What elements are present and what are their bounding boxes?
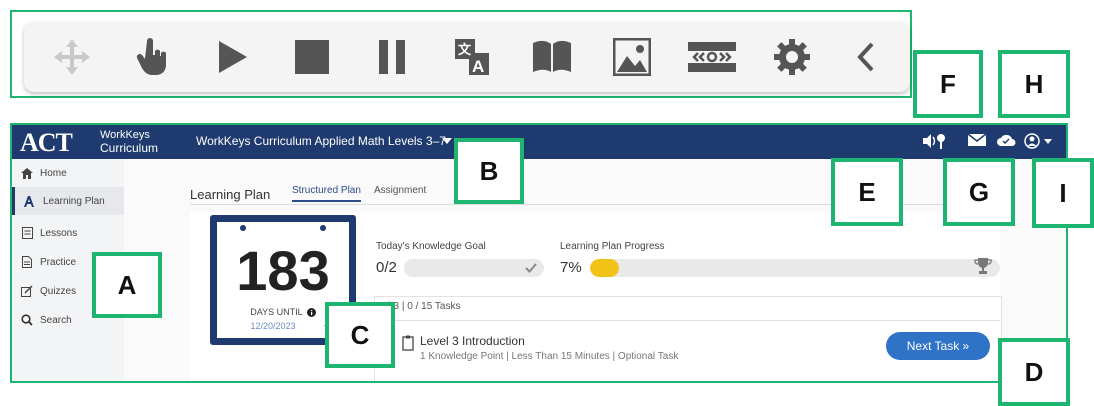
app-header: ACT WorkKeys Curriculum WorkKeys Curricu… [12,125,1066,159]
callout-a: A [92,252,162,318]
move-icon[interactable] [42,22,102,92]
callout-i: I [1032,158,1094,228]
callout-g: G [943,158,1015,226]
audio-pin-icon[interactable] [922,133,946,149]
callout-h: H [998,50,1070,118]
info-icon[interactable] [306,308,316,318]
home-icon [20,167,34,179]
book-icon[interactable] [522,22,582,92]
svg-text:文: 文 [458,42,472,57]
sidebar-item-label: Search [40,314,72,326]
check-icon [524,261,538,280]
screen-mask-icon[interactable] [682,22,742,92]
days-count: 183 [236,239,330,302]
next-task-button[interactable]: Next Task » [886,332,990,360]
main-content: Learning Plan Structured Plan Assignment… [124,159,1066,381]
sidebar-item-label: Learning Plan [43,195,105,207]
quizzes-icon [20,285,34,297]
image-icon[interactable] [602,22,662,92]
plan-progress-label: Learning Plan Progress [560,241,665,252]
user-account-icon[interactable] [1024,133,1054,149]
course-title[interactable]: WorkKeys Curriculum Applied Math Levels … [196,134,446,148]
play-icon[interactable] [202,22,262,92]
chevron-left-icon[interactable] [836,22,896,92]
sidebar-item-learning-plan[interactable]: Learning Plan [12,187,127,215]
task-meta: 1 Knowledge Point | Less Than 15 Minutes… [420,351,679,362]
toolbar: A文 [24,22,910,92]
target-date[interactable]: 12/20/2023 [217,321,329,331]
sidebar-item-label: Practice [40,256,77,268]
calendar-ring [240,225,246,231]
sidebar-item-label: Quizzes [40,285,77,297]
page-title: Learning Plan [190,187,271,202]
stop-icon[interactable] [282,22,342,92]
translate-icon[interactable]: A文 [442,22,502,92]
cloud-check-icon[interactable] [996,133,1016,147]
plan-progress-fill [590,259,619,277]
callout-c: C [325,302,395,368]
callout-d: D [998,338,1070,406]
gear-icon[interactable] [762,22,822,92]
task-document-icon [402,335,414,356]
pause-icon[interactable] [362,22,422,92]
brand-line-2: Curriculum [100,141,159,155]
callout-b: B [454,138,524,204]
callout-f: F [913,50,983,118]
sidebar-item-label: Home [40,167,67,179]
sidebar-item-lessons[interactable]: Lessons [12,219,124,247]
lessons-icon [20,227,34,239]
svg-text:A: A [472,57,484,76]
act-logo: ACT [20,128,73,157]
calendar-ring [320,225,326,231]
days-until-text: DAYS UNTIL [250,307,303,317]
sidebar-item-label: Lessons [40,227,78,239]
knowledge-goal-bar [404,259,544,277]
knowledge-goal-value: 0/2 [376,259,397,276]
trophy-icon [974,257,992,280]
learning-plan-icon [23,195,37,207]
mail-icon[interactable] [968,133,986,147]
callout-e: E [831,158,903,226]
task-title[interactable]: Level 3 Introduction [420,334,525,348]
app-window: ACT WorkKeys Curriculum WorkKeys Curricu… [10,123,1068,383]
chevron-down-icon[interactable] [442,138,452,144]
level-header [374,296,1000,321]
tab-structured-plan[interactable]: Structured Plan [292,185,361,202]
search-icon [20,314,34,326]
practice-icon [20,256,34,268]
sidebar-item-home[interactable]: Home [12,159,124,187]
plan-progress-value: 7% [560,259,582,276]
pointer-hand-icon[interactable] [122,22,182,92]
knowledge-goal-label: Today's Knowledge Goal [376,241,486,252]
brand-line-1: WorkKeys [100,129,150,141]
plan-progress-bar [590,259,1000,277]
tab-assignment[interactable]: Assignment [374,185,426,196]
